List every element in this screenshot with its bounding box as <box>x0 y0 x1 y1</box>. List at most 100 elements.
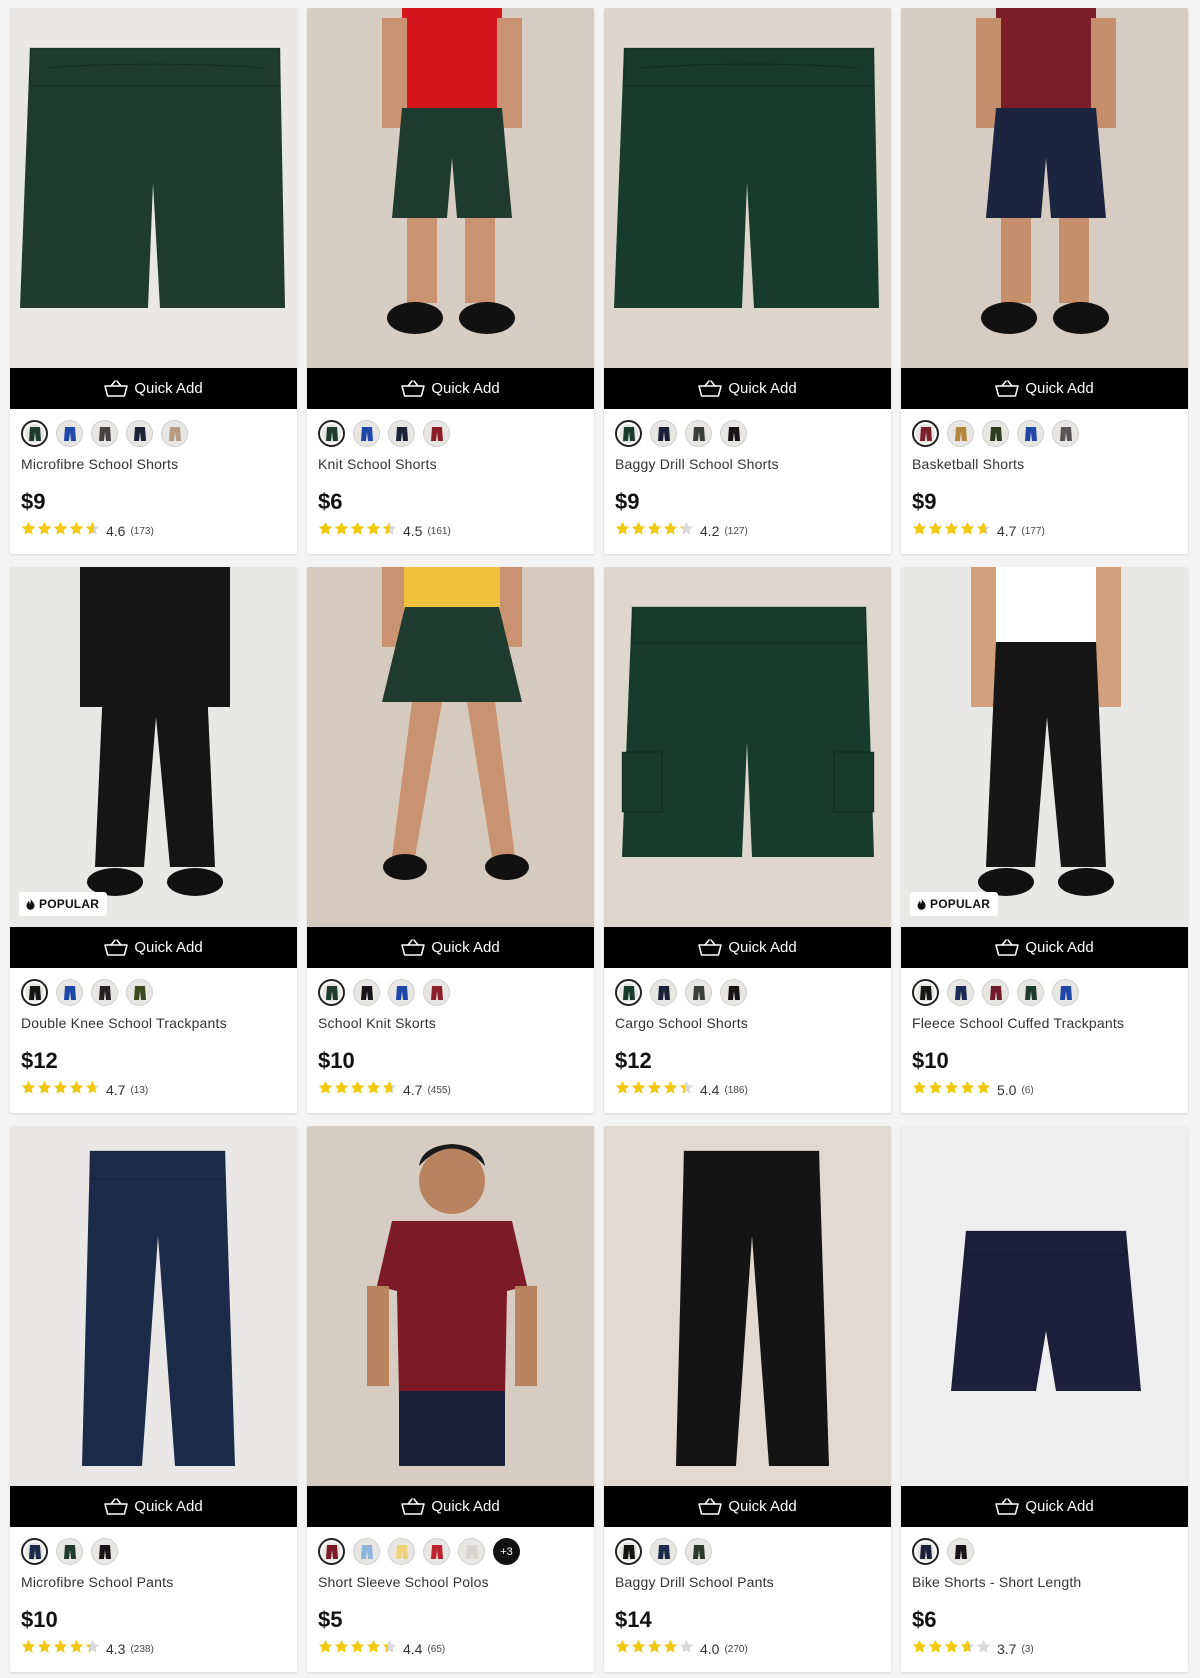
color-swatch[interactable] <box>615 420 642 447</box>
product-image[interactable] <box>901 8 1188 368</box>
color-swatch[interactable] <box>56 1538 83 1565</box>
product-image[interactable] <box>604 1126 891 1486</box>
color-swatch[interactable] <box>126 979 153 1006</box>
product-card-school-knit-skorts[interactable]: Quick Add School Knit Skorts $10 4.7 (45… <box>307 567 594 1113</box>
color-swatch[interactable] <box>912 420 939 447</box>
color-swatch[interactable] <box>56 420 83 447</box>
product-name[interactable]: Fleece School Cuffed Trackpants <box>912 1015 1177 1033</box>
product-card-microfibre-school-shorts[interactable]: Quick Add Microfibre School Shorts $9 4.… <box>10 8 297 554</box>
color-swatch[interactable] <box>912 979 939 1006</box>
product-name[interactable]: Bike Shorts - Short Length <box>912 1574 1177 1592</box>
product-name[interactable]: Baggy Drill School Shorts <box>615 456 880 474</box>
color-swatch[interactable] <box>126 420 153 447</box>
product-image[interactable] <box>604 567 891 927</box>
product-card-baggy-drill-school-shorts[interactable]: Quick Add Baggy Drill School Shorts $9 4… <box>604 8 891 554</box>
color-swatch[interactable] <box>21 1538 48 1565</box>
color-swatch[interactable] <box>458 1538 485 1565</box>
star-icon <box>928 1639 943 1659</box>
quick-add-button[interactable]: Quick Add <box>10 368 297 409</box>
quick-add-button[interactable]: Quick Add <box>901 927 1188 968</box>
color-swatch[interactable] <box>423 979 450 1006</box>
color-swatch[interactable] <box>947 979 974 1006</box>
quick-add-button[interactable]: Quick Add <box>10 1486 297 1527</box>
color-swatch[interactable] <box>318 1538 345 1565</box>
color-swatch[interactable] <box>56 979 83 1006</box>
star-icon <box>69 521 84 541</box>
product-card-microfibre-school-pants[interactable]: Quick Add Microfibre School Pants $10 4.… <box>10 1126 297 1672</box>
product-image[interactable] <box>10 1126 297 1486</box>
more-colors-button[interactable]: +3 <box>493 1538 520 1565</box>
color-swatch[interactable] <box>615 1538 642 1565</box>
product-name[interactable]: Basketball Shorts <box>912 456 1177 474</box>
quick-add-button[interactable]: Quick Add <box>901 1486 1188 1527</box>
color-swatch[interactable] <box>947 420 974 447</box>
product-image[interactable]: POPULAR <box>901 567 1188 927</box>
product-image[interactable] <box>307 8 594 368</box>
color-swatch[interactable] <box>388 1538 415 1565</box>
product-card-cargo-school-shorts[interactable]: Quick Add Cargo School Shorts $12 4.4 (1… <box>604 567 891 1113</box>
color-swatch[interactable] <box>947 1538 974 1565</box>
color-swatch[interactable] <box>21 979 48 1006</box>
product-image[interactable]: POPULAR <box>10 567 297 927</box>
color-swatch[interactable] <box>423 420 450 447</box>
color-swatch[interactable] <box>912 1538 939 1565</box>
quick-add-button[interactable]: Quick Add <box>901 368 1188 409</box>
product-name[interactable]: School Knit Skorts <box>318 1015 583 1033</box>
color-swatch[interactable] <box>982 979 1009 1006</box>
color-swatch[interactable] <box>650 420 677 447</box>
color-swatch[interactable] <box>353 420 380 447</box>
color-swatch[interactable] <box>1017 979 1044 1006</box>
color-swatch[interactable] <box>720 420 747 447</box>
color-swatch[interactable] <box>720 979 747 1006</box>
product-image[interactable] <box>10 8 297 368</box>
color-swatch[interactable] <box>388 979 415 1006</box>
color-swatch[interactable] <box>685 979 712 1006</box>
quick-add-button[interactable]: Quick Add <box>10 927 297 968</box>
color-swatch[interactable] <box>91 1538 118 1565</box>
product-card-bike-shorts-short-length[interactable]: Quick Add Bike Shorts - Short Length $6 … <box>901 1126 1188 1672</box>
quick-add-button[interactable]: Quick Add <box>604 1486 891 1527</box>
product-card-basketball-shorts[interactable]: Quick Add Basketball Shorts $9 4.7 (177) <box>901 8 1188 554</box>
product-image[interactable] <box>307 1126 594 1486</box>
product-name[interactable]: Microfibre School Shorts <box>21 456 286 474</box>
color-swatch[interactable] <box>388 420 415 447</box>
color-swatch[interactable] <box>685 420 712 447</box>
product-name[interactable]: Baggy Drill School Pants <box>615 1574 880 1592</box>
product-card-knit-school-shorts[interactable]: Quick Add Knit School Shorts $6 4.5 (161… <box>307 8 594 554</box>
color-swatch[interactable] <box>1017 420 1044 447</box>
color-swatch[interactable] <box>685 1538 712 1565</box>
product-name[interactable]: Knit School Shorts <box>318 456 583 474</box>
color-swatch[interactable] <box>353 979 380 1006</box>
quick-add-button[interactable]: Quick Add <box>604 927 891 968</box>
product-grid: Quick Add Microfibre School Shorts $9 4.… <box>10 8 1188 1672</box>
color-swatch[interactable] <box>982 420 1009 447</box>
color-swatch[interactable] <box>91 979 118 1006</box>
product-card-short-sleeve-school-polos[interactable]: Quick Add +3 Short Sleeve School Polos $… <box>307 1126 594 1672</box>
color-swatch[interactable] <box>615 979 642 1006</box>
product-name[interactable]: Double Knee School Trackpants <box>21 1015 286 1033</box>
product-name[interactable]: Microfibre School Pants <box>21 1574 286 1592</box>
quick-add-button[interactable]: Quick Add <box>307 1486 594 1527</box>
product-image[interactable] <box>307 567 594 927</box>
color-swatch[interactable] <box>650 979 677 1006</box>
quick-add-button[interactable]: Quick Add <box>307 927 594 968</box>
color-swatch[interactable] <box>650 1538 677 1565</box>
product-name[interactable]: Short Sleeve School Polos <box>318 1574 583 1592</box>
product-card-baggy-drill-school-pants[interactable]: Quick Add Baggy Drill School Pants $14 4… <box>604 1126 891 1672</box>
color-swatch[interactable] <box>318 979 345 1006</box>
color-swatch[interactable] <box>161 420 188 447</box>
color-swatch[interactable] <box>1052 420 1079 447</box>
color-swatch[interactable] <box>423 1538 450 1565</box>
color-swatch[interactable] <box>21 420 48 447</box>
product-card-fleece-school-cuffed-trackpants[interactable]: POPULAR Quick Add Fleece School Cuffed T… <box>901 567 1188 1113</box>
quick-add-button[interactable]: Quick Add <box>604 368 891 409</box>
color-swatch[interactable] <box>353 1538 380 1565</box>
product-card-double-knee-school-trackpants[interactable]: POPULAR Quick Add Double Knee School Tra… <box>10 567 297 1113</box>
color-swatch[interactable] <box>1052 979 1079 1006</box>
product-image[interactable] <box>901 1126 1188 1486</box>
product-image[interactable] <box>604 8 891 368</box>
color-swatch[interactable] <box>318 420 345 447</box>
color-swatch[interactable] <box>91 420 118 447</box>
product-name[interactable]: Cargo School Shorts <box>615 1015 880 1033</box>
quick-add-button[interactable]: Quick Add <box>307 368 594 409</box>
